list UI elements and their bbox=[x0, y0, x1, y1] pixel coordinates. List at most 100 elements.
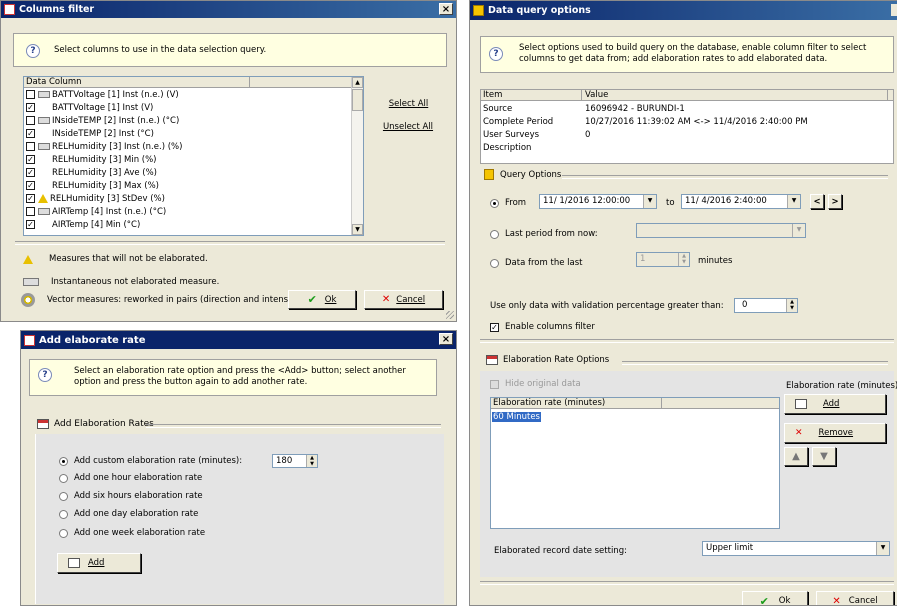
cancel-button[interactable]: ✕ Cancel bbox=[816, 591, 894, 606]
footer-separator bbox=[480, 581, 894, 585]
list-item[interactable]: BATTVoltage [1] Inst (n.e.) (V) bbox=[26, 89, 179, 100]
radio-six-hours[interactable] bbox=[59, 491, 68, 501]
close-icon[interactable] bbox=[891, 4, 897, 16]
radio-last-period[interactable] bbox=[490, 229, 499, 239]
question-icon: ? bbox=[489, 47, 503, 61]
spin-arrows[interactable]: ▲ ▼ bbox=[678, 253, 689, 266]
chevron-down-icon[interactable]: ▼ bbox=[643, 195, 656, 208]
hide-original-checkbox[interactable] bbox=[490, 379, 499, 389]
column-checkbox[interactable]: ✓ bbox=[26, 194, 35, 203]
previous-period-button[interactable]: < bbox=[810, 194, 824, 209]
next-period-button[interactable]: > bbox=[828, 194, 842, 209]
last-period-select[interactable]: ▼ bbox=[636, 223, 806, 238]
check-icon: ✔ bbox=[307, 293, 317, 306]
chevron-down-icon[interactable]: ▼ bbox=[787, 195, 800, 208]
column-checkbox[interactable] bbox=[26, 90, 35, 99]
option-one-week[interactable]: Add one week elaboration rate bbox=[59, 528, 205, 538]
column-checkbox[interactable] bbox=[26, 207, 35, 216]
columns-filter-titlebar[interactable]: Columns filter × bbox=[1, 1, 456, 18]
select-all-button[interactable]: Select All bbox=[381, 96, 436, 112]
list-item[interactable]: INsideTEMP [2] Inst (n.e.) (°C) bbox=[26, 115, 179, 126]
scroll-down-arrow[interactable]: ▼ bbox=[352, 224, 363, 235]
resize-grip[interactable] bbox=[446, 311, 454, 319]
list-item[interactable]: ✓ RELHumidity [3] Ave (%) bbox=[26, 167, 157, 178]
radio-one-hour[interactable] bbox=[59, 473, 68, 483]
radio-custom-rate[interactable] bbox=[59, 456, 68, 466]
to-date-input[interactable]: 11/ 4/2016 2:40:00 ▼ bbox=[681, 194, 801, 209]
data-column-header[interactable]: Data Column bbox=[24, 77, 353, 88]
from-date-input[interactable]: 11/ 1/2016 12:00:00 ▼ bbox=[539, 194, 657, 209]
hide-original-data[interactable]: Hide original data bbox=[490, 379, 581, 389]
option-custom-rate[interactable]: Add custom elaboration rate (minutes): bbox=[59, 456, 242, 466]
radio-from-row[interactable]: From bbox=[490, 198, 526, 208]
radio-one-week[interactable] bbox=[59, 528, 68, 538]
x-icon: ✕ bbox=[795, 428, 803, 438]
validation-input[interactable]: 0 ▲ ▼ bbox=[734, 298, 798, 313]
record-date-select[interactable]: Upper limit ▼ bbox=[702, 541, 890, 556]
add-rate-button[interactable]: Add bbox=[784, 394, 886, 414]
list-item[interactable]: ✓ RELHumidity [3] Max (%) bbox=[26, 180, 159, 191]
move-up-button[interactable]: ▲ bbox=[784, 447, 808, 466]
list-item[interactable]: ✓ RELHumidity [3] StDev (%) bbox=[26, 193, 165, 204]
data-column-scrollbar[interactable]: ▲ ▼ bbox=[351, 77, 363, 235]
option-one-hour[interactable]: Add one hour elaboration rate bbox=[59, 473, 202, 483]
enable-filter-checkbox[interactable]: ✓ bbox=[490, 322, 499, 332]
question-icon: ? bbox=[38, 368, 52, 382]
properties-header: Item Value bbox=[481, 90, 893, 101]
add-rate-button[interactable]: Add bbox=[57, 553, 141, 573]
cancel-button[interactable]: ✕ Cancel bbox=[364, 290, 443, 309]
radio-one-day[interactable] bbox=[59, 509, 68, 519]
radio-data-from-last-row[interactable]: Data from the last bbox=[490, 258, 582, 268]
radio-data-from-last[interactable] bbox=[490, 258, 499, 268]
list-item[interactable]: ✓ RELHumidity [3] Min (%) bbox=[26, 154, 157, 165]
data-query-window: Data query options ? Select options used… bbox=[469, 0, 897, 606]
column-checkbox[interactable]: ✓ bbox=[26, 220, 35, 229]
column-checkbox[interactable]: ✓ bbox=[26, 155, 35, 164]
column-checkbox[interactable]: ✓ bbox=[26, 103, 35, 112]
data-column-list[interactable]: Data Column BATTVoltage [1] Inst (n.e.) … bbox=[23, 76, 364, 236]
grid-icon bbox=[4, 4, 15, 15]
ok-button[interactable]: ✔ Ok bbox=[288, 290, 356, 309]
vector-measure-icon bbox=[21, 293, 35, 307]
source-properties-list[interactable]: Item Value Source 16096942 - BURUNDI-1 Com… bbox=[480, 89, 894, 164]
list-item[interactable]: RELHumidity [3] Inst (n.e.) (%) bbox=[26, 141, 182, 152]
list-item[interactable]: ✓ AIRTemp [4] Min (°C) bbox=[26, 219, 140, 230]
add-rate-titlebar[interactable]: Add elaborate rate × bbox=[21, 331, 456, 349]
column-checkbox[interactable] bbox=[26, 142, 35, 151]
list-item[interactable]: ✓ BATTVoltage [1] Inst (V) bbox=[26, 102, 153, 113]
list-item[interactable]: ✓ INsideTEMP [2] Inst (°C) bbox=[26, 128, 154, 139]
elaboration-rate-list[interactable]: Elaboration rate (minutes) 60 Minutes bbox=[490, 397, 780, 529]
close-icon[interactable]: × bbox=[439, 333, 453, 345]
add-rate-window: Add elaborate rate × ? Select an elabora… bbox=[20, 330, 457, 606]
option-one-day[interactable]: Add one day elaboration rate bbox=[59, 509, 198, 519]
scroll-up-arrow[interactable]: ▲ bbox=[352, 77, 363, 88]
move-down-button[interactable]: ▼ bbox=[812, 447, 836, 466]
list-item[interactable]: AIRTemp [4] Inst (n.e.) (°C) bbox=[26, 206, 166, 217]
unselect-all-button[interactable]: Unselect All bbox=[378, 119, 438, 135]
scroll-thumb[interactable] bbox=[352, 89, 363, 111]
group-separator bbox=[146, 424, 441, 428]
remove-rate-button[interactable]: ✕ Remove bbox=[784, 423, 886, 443]
spin-arrows[interactable]: ▲ ▼ bbox=[786, 299, 797, 312]
column-checkbox[interactable]: ✓ bbox=[26, 168, 35, 177]
rate-list-header: Elaboration rate (minutes) bbox=[491, 398, 779, 409]
custom-rate-input[interactable]: 180 ▲ ▼ bbox=[272, 454, 318, 468]
ok-button[interactable]: ✔ Ok bbox=[742, 591, 808, 605]
close-icon[interactable]: × bbox=[439, 3, 453, 15]
column-checkbox[interactable]: ✓ bbox=[26, 129, 35, 138]
chevron-down-icon[interactable]: ▼ bbox=[792, 224, 805, 237]
chevron-down-icon[interactable]: ▼ bbox=[876, 542, 889, 555]
data-from-last-input[interactable]: 1 ▲ ▼ bbox=[636, 252, 690, 267]
option-six-hours[interactable]: Add six hours elaboration rate bbox=[59, 491, 203, 501]
column-checkbox[interactable]: ✓ bbox=[26, 181, 35, 190]
spin-arrows[interactable]: ▲ ▼ bbox=[306, 455, 317, 467]
radio-from[interactable] bbox=[490, 198, 499, 208]
list-item[interactable]: 60 Minutes bbox=[492, 411, 541, 422]
column-label: RELHumidity [3] StDev (%) bbox=[50, 193, 165, 204]
data-query-titlebar[interactable]: Data query options bbox=[470, 1, 897, 20]
radio-last-period-row[interactable]: Last period from now: bbox=[490, 229, 598, 239]
column-checkbox[interactable] bbox=[26, 116, 35, 125]
x-icon: ✕ bbox=[832, 595, 841, 606]
record-date-label: Elaborated record date setting: bbox=[494, 546, 627, 556]
enable-columns-filter[interactable]: ✓ Enable columns filter bbox=[490, 322, 595, 332]
